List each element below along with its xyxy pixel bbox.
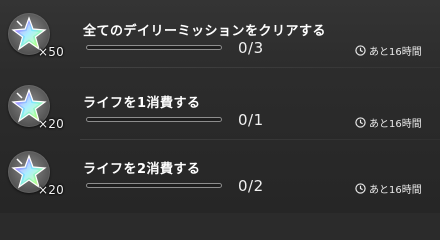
reward-quantity: ×20 bbox=[38, 117, 64, 131]
progress-bar bbox=[86, 117, 222, 122]
mission-title: ライフを1消費する bbox=[83, 96, 201, 111]
mission-row[interactable]: ×50 全てのデイリーミッションをクリアする 0/3 あと16時間 bbox=[0, 0, 440, 68]
time-remaining-label: あと16時間 bbox=[369, 185, 422, 196]
progress-bar bbox=[86, 183, 222, 188]
clock-icon bbox=[355, 117, 366, 128]
clock-icon bbox=[355, 183, 366, 194]
mission-row[interactable]: ×20 ライフを1消費する 0/1 あと16時間 bbox=[0, 72, 440, 140]
time-remaining: あと16時間 bbox=[355, 43, 422, 58]
time-remaining: あと16時間 bbox=[355, 115, 422, 130]
time-remaining: あと16時間 bbox=[355, 181, 422, 196]
progress-count: 0/1 bbox=[238, 111, 264, 129]
time-remaining-label: あと16時間 bbox=[369, 47, 422, 58]
progress-bar bbox=[86, 45, 222, 50]
mission-title: ライフを2消費する bbox=[83, 162, 201, 177]
mission-row[interactable]: ×20 ライフを2消費する 0/2 あと16時間 bbox=[0, 138, 440, 202]
time-remaining-label: あと16時間 bbox=[369, 119, 422, 130]
reward-quantity: ×20 bbox=[38, 183, 64, 197]
clock-icon bbox=[355, 45, 366, 56]
progress-count: 0/2 bbox=[238, 177, 264, 195]
daily-mission-panel: ×50 全てのデイリーミッションをクリアする 0/3 あと16時間 ×20 ライ… bbox=[0, 0, 440, 213]
progress-count: 0/3 bbox=[238, 39, 264, 57]
mission-title: 全てのデイリーミッションをクリアする bbox=[83, 24, 327, 39]
reward-quantity: ×50 bbox=[38, 45, 64, 59]
